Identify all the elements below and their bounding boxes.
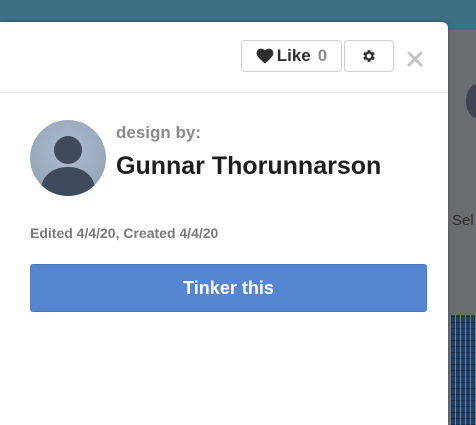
- edit-create-dates: Edited 4/4/20, Created 4/4/20: [30, 225, 219, 241]
- like-button[interactable]: Like 0: [241, 40, 342, 72]
- design-by-label: design by:: [116, 123, 202, 142]
- user-silhouette-icon: [40, 136, 96, 196]
- author-avatar[interactable]: [30, 120, 106, 196]
- tinker-this-button[interactable]: Tinker this: [30, 264, 427, 312]
- header-divider: [0, 92, 448, 93]
- author-name-link[interactable]: Gunnar Thorunnarson: [116, 152, 381, 181]
- like-label: Like: [276, 46, 311, 65]
- close-icon: [407, 51, 423, 67]
- gear-icon: [363, 50, 375, 62]
- design-info-modal: Like 0 design by: Gunnar Thorunnarson Ed…: [0, 22, 448, 425]
- close-button[interactable]: [404, 48, 426, 70]
- background-circuit-image: [450, 315, 476, 425]
- settings-button[interactable]: [344, 40, 394, 72]
- like-count: 0: [317, 46, 328, 65]
- heart-icon: [256, 48, 274, 64]
- background-text: Sel: [452, 212, 474, 229]
